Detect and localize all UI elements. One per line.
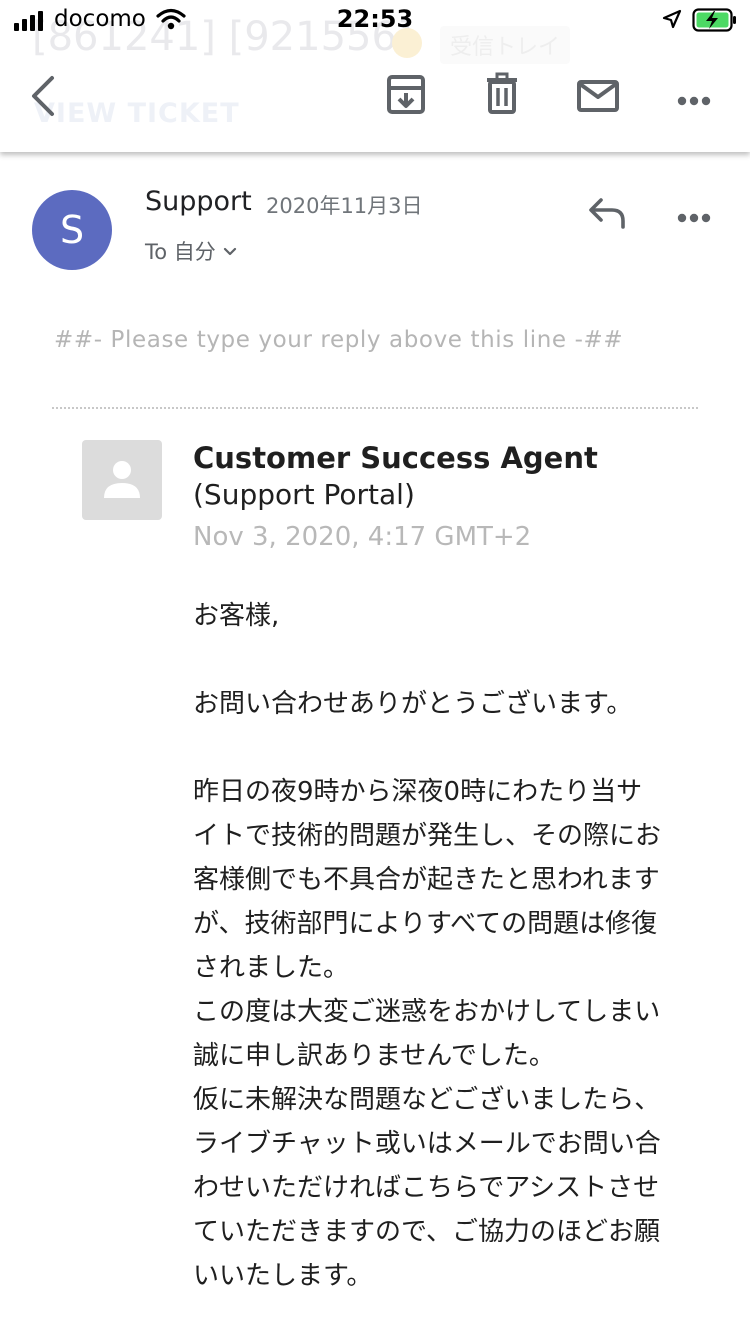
more-icon[interactable] <box>677 91 711 110</box>
recipient-text: To 自分 <box>145 240 216 264</box>
status-bar: docomo 22:53 <box>0 0 750 42</box>
reply-icon[interactable] <box>588 197 626 233</box>
archive-icon[interactable] <box>386 74 426 120</box>
message-line: わせいただければこちらでアシストさせ <box>193 1173 660 1203</box>
message-line: 客様側でも不具合が起きたと思われます <box>193 865 660 895</box>
sender-name: Support <box>145 186 252 217</box>
message-line: ていただきますので、ご協力のほどお願 <box>193 1217 660 1247</box>
mail-icon[interactable] <box>577 80 619 116</box>
message-more-icon[interactable] <box>677 208 711 227</box>
reply-above-line-notice: ##- Please type your reply above this li… <box>54 327 624 353</box>
sender-avatar[interactable]: S <box>32 190 112 270</box>
agent-avatar <box>82 440 162 520</box>
sent-date: 2020年11月3日 <box>266 194 423 218</box>
message-line: ライブチャット或いはメールでお問い合 <box>193 1129 661 1159</box>
message-line: が、技術部門によりすべての問題は修復 <box>193 909 658 939</box>
trash-icon[interactable] <box>485 72 519 120</box>
person-icon <box>104 461 140 498</box>
agent-portal: (Support Portal) <box>193 478 415 511</box>
email-detail-screen: [861241] [921556] 受信トレイ VIEW TICKET doco… <box>0 0 750 1334</box>
message-line: この度は大変ご迷惑をおかけしてしまい <box>193 997 661 1027</box>
message-line: イトで技術的問題が発生し、その際にお <box>193 821 662 851</box>
recipient-details-toggle[interactable]: To 自分 <box>145 236 238 266</box>
message-greeting: お客様, <box>193 601 280 631</box>
agent-timestamp: Nov 3, 2020, 4:17 GMT+2 <box>193 522 532 552</box>
message-line: されました。 <box>193 953 350 983</box>
agent-name: Customer Success Agent <box>193 441 598 475</box>
back-arrow-icon[interactable] <box>28 74 60 122</box>
battery-charging-icon <box>692 8 738 36</box>
message-line: 仮に未解決な問題などございましたら、 <box>193 1085 661 1115</box>
message-paragraph: 昨日の夜9時から深夜0時にわたり当サ イトで技術的問題が発生し、その際にお 客様… <box>193 770 713 1298</box>
message-thanks: お問い合わせありがとうございます。 <box>193 689 633 719</box>
chevron-down-icon <box>222 242 238 261</box>
message-line: 誠に申し訳ありませんでした。 <box>193 1041 555 1071</box>
message-line: いいたします。 <box>193 1261 373 1291</box>
ghost-view-ticket: VIEW TICKET <box>34 98 240 129</box>
message-line: 昨日の夜9時から深夜0時にわたり当サ <box>193 777 643 807</box>
location-arrow-icon <box>662 9 682 33</box>
dotted-divider <box>52 407 698 409</box>
status-time: 22:53 <box>336 5 414 33</box>
